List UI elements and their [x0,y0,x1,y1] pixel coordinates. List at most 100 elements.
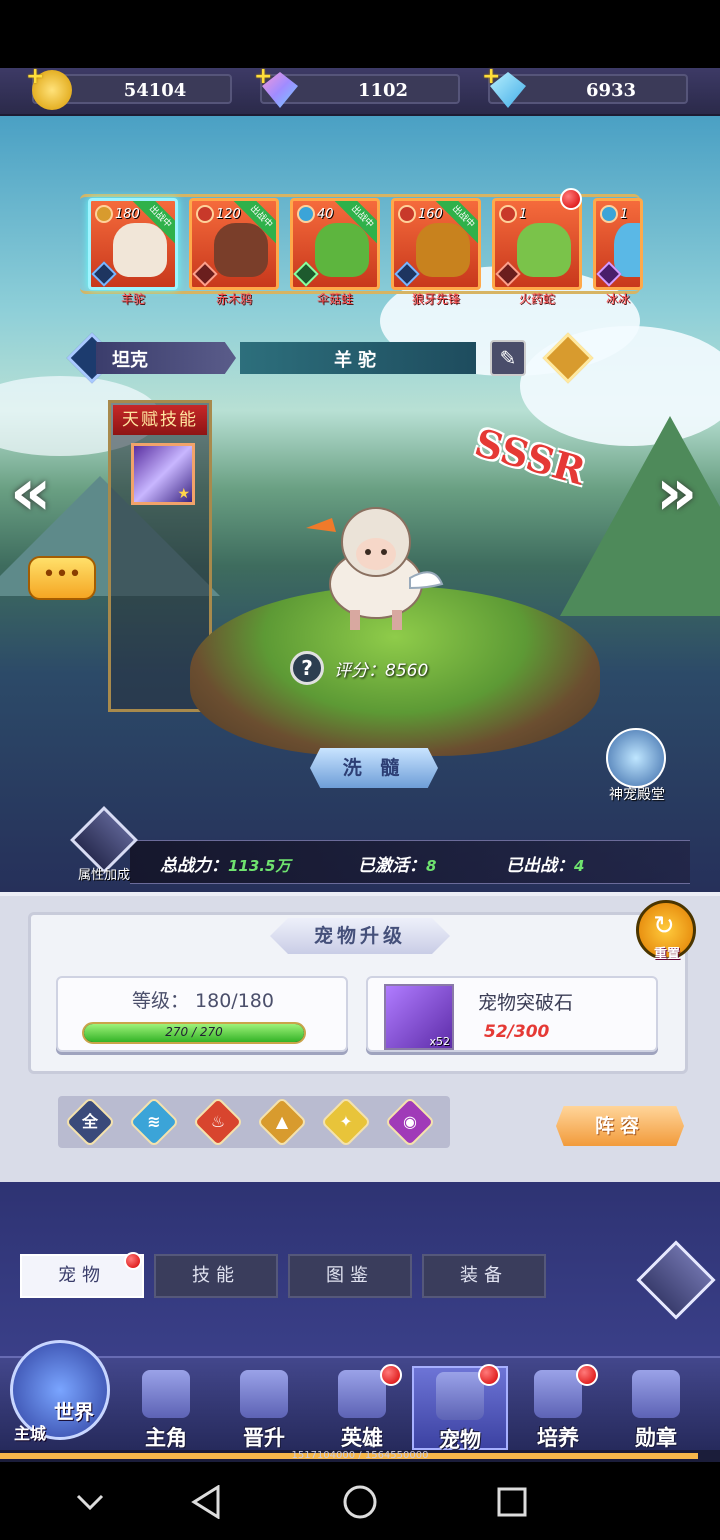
breakthrough-stone-box[interactable]: x52 宠物突破石 52/300 [366,976,658,1052]
gold-value: 54104 [123,80,187,101]
water-element-icon [297,205,315,223]
dark-glyph: ◉ [403,1112,417,1131]
upgrade-title: 宠物升级 [270,918,450,954]
pet-level: 40 [317,207,334,222]
chat-bubble-icon[interactable]: ••• [28,556,96,600]
notification-dot [560,188,582,210]
score-label: 评分：8560 [334,660,429,681]
pet-card[interactable]: 180 出战中 [88,198,178,290]
crystal-stone-icon: x52 [384,984,454,1050]
filter-water-icon[interactable]: ≋ [128,1096,180,1148]
pet-card[interactable]: 160 出战中 [391,198,481,290]
pet-class: 坦克 [112,350,148,371]
filter-all-label: 全 [81,1112,98,1131]
account-exp-bar: 1517104000 / 1564550000 [0,1450,720,1462]
account-exp-text: 1517104000 / 1564550000 [291,1450,429,1461]
filter-earth-icon[interactable]: ▲ [256,1096,308,1148]
wash-button[interactable]: 洗 髓 [310,748,438,788]
pet-card[interactable]: 40 出战中 [290,198,380,290]
chevron-down-icon[interactable] [68,1480,112,1524]
recents-icon[interactable] [490,1480,534,1524]
pet-name-title: 羊驼 [334,350,382,371]
nav-label: 培养 [537,1426,579,1450]
tab-skill[interactable]: 技能 [154,1254,278,1298]
pet-level: 120 [216,207,241,222]
pink-diamond-value: 1102 [357,80,409,101]
earth-glyph: ▲ [275,1112,289,1131]
pet-face-icon [436,1372,484,1420]
attribute-bonus-button[interactable]: 属性加成 [68,806,140,883]
blue-diamond-value: 6933 [585,80,637,101]
pet-card[interactable]: 1 [492,198,582,290]
reset-button[interactable]: ↻ 重置 [636,900,696,962]
talent-skill-icon[interactable]: ★ [131,443,195,505]
notification-dot [124,1252,142,1270]
attribute-bonus-label: 属性加成 [77,868,130,883]
pet-card[interactable]: 1 [593,198,643,290]
back-icon[interactable] [184,1480,228,1524]
pet-level: 180 [115,207,140,222]
add-gold-icon[interactable]: + [26,64,44,89]
nav-promote[interactable]: 晋升 [216,1366,312,1450]
tab-codex[interactable]: 图鉴 [288,1254,412,1298]
pet-name: 羊驼 [120,292,145,306]
city-label: 主城 [14,1424,47,1443]
nav-label: 主角 [145,1426,187,1450]
nav-label: 勋章 [635,1426,677,1450]
pet-level: 1 [519,207,528,222]
world-label: 世界 [54,1400,94,1424]
deployed-label: 已出战： [506,856,574,876]
pet-portrait [113,223,167,277]
pet-level: 1 [620,207,629,222]
filter-all[interactable]: 全 [64,1096,116,1148]
lineup-button[interactable]: 阵容 [556,1106,684,1146]
home-icon[interactable] [338,1480,382,1524]
star-icon: ★ [177,486,190,502]
hero-portrait-icon [142,1370,190,1418]
pet-roster: 180 出战中 羊驼 120 出战中 赤木鸦 40 出战中 伞菇蛙 160 出战… [70,180,650,306]
nav-medals[interactable]: 勋章 [608,1366,704,1450]
pet-card[interactable]: 120 出战中 [189,198,279,290]
prev-pet-arrow-icon[interactable]: « [10,456,51,530]
fire-element-icon [499,205,517,223]
blue-diamond-counter[interactable]: + 6933 [482,64,688,108]
pet-portrait [517,223,571,277]
nav-label: 晋升 [243,1426,285,1450]
pet-name: 伞菇蛙 [316,292,353,306]
pink-diamond-counter[interactable]: + 1102 [254,64,460,108]
status-bar [0,0,720,68]
system-nav-bar [0,1462,720,1540]
world-button[interactable]: 世界 主城 [4,1336,116,1452]
temple-icon [606,728,666,788]
filter-dark-icon[interactable]: ◉ [384,1096,436,1148]
rename-quill-icon[interactable]: ✎ [490,340,526,376]
helmet-icon [338,1370,386,1418]
notification-dot [380,1364,402,1386]
add-blue-diamond-icon[interactable]: + [482,64,500,89]
pet-scene: 180 出战中 羊驼 120 出战中 赤木鸦 40 出战中 伞菇蛙 160 出战… [0,116,720,892]
light-glyph: ✦ [339,1112,353,1131]
notification-dot [478,1364,500,1386]
tab-equipment[interactable]: 装备 [422,1254,546,1298]
gold-counter[interactable]: + 54104 [26,64,232,110]
score-help-icon[interactable]: ? [290,651,324,685]
pet-portrait [214,223,268,277]
stone-progress: 52/300 [484,1022,550,1042]
nav-label: 英雄 [341,1426,383,1450]
divine-pet-temple-button[interactable]: 神宠殿堂 [596,728,676,808]
xp-text: 270 / 270 [165,1025,223,1039]
medal-icon [632,1370,680,1418]
filter-fire-icon[interactable]: ♨ [192,1096,244,1148]
class-bar: 坦克 [96,342,236,374]
stone-count: x52 [429,1035,450,1048]
earth-element-icon [95,205,113,223]
total-power-value: 113.5万 [228,857,291,875]
nav-hero-main[interactable]: 主角 [118,1366,214,1450]
temple-label: 神宠殿堂 [609,787,665,803]
add-pink-diamond-icon[interactable]: + [254,64,272,89]
cultivate-star-icon [534,1370,582,1418]
fire-element-icon [196,205,214,223]
next-pet-arrow-icon[interactable]: » [656,456,697,530]
filter-light-icon[interactable]: ✦ [320,1096,372,1148]
promote-book-icon [240,1370,288,1418]
